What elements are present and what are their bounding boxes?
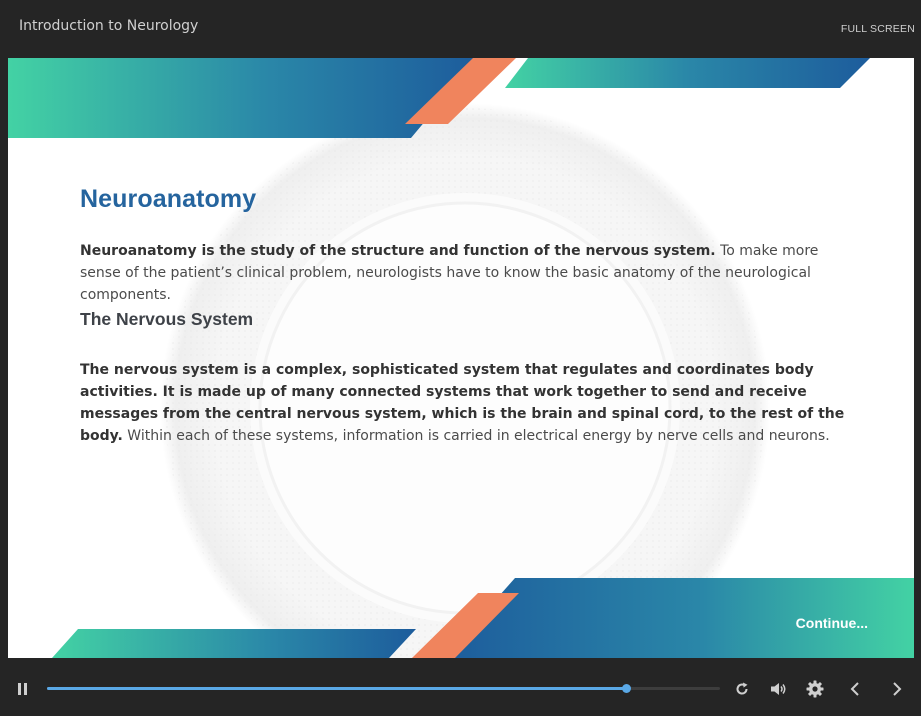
replay-icon[interactable] xyxy=(734,681,750,697)
chevron-left-icon[interactable] xyxy=(848,681,862,697)
slide-heading: Neuroanatomy xyxy=(80,185,257,213)
player-controls xyxy=(0,660,921,716)
intro-paragraph-bold: Neuroanatomy is the study of the structu… xyxy=(80,243,716,259)
continue-button[interactable]: Continue... xyxy=(796,615,868,631)
section-subheading: The Nervous System xyxy=(80,309,254,329)
chevron-right-icon[interactable] xyxy=(890,681,904,697)
intro-paragraph: Neuroanatomy is the study of the structu… xyxy=(80,240,855,306)
top-bar: Introduction to Neurology FULL SCREEN xyxy=(0,0,921,56)
course-player: Introduction to Neurology FULL SCREEN Ne… xyxy=(0,0,921,716)
gear-icon[interactable] xyxy=(806,680,824,698)
slide-background xyxy=(8,58,914,658)
nervous-system-paragraph: The nervous system is a complex, sophist… xyxy=(80,359,855,447)
nervous-system-paragraph-rest: Within each of these systems, informatio… xyxy=(122,428,830,444)
pause-icon[interactable] xyxy=(15,681,29,697)
slide: Neuroanatomy Neuroanatomy is the study o… xyxy=(8,58,914,658)
course-title: Introduction to Neurology xyxy=(19,18,199,34)
fullscreen-button[interactable]: FULL SCREEN xyxy=(841,23,915,35)
progress-fill xyxy=(47,687,626,690)
progress-handle[interactable] xyxy=(621,684,631,693)
progress-bar[interactable] xyxy=(47,684,720,693)
volume-icon[interactable] xyxy=(770,681,788,697)
